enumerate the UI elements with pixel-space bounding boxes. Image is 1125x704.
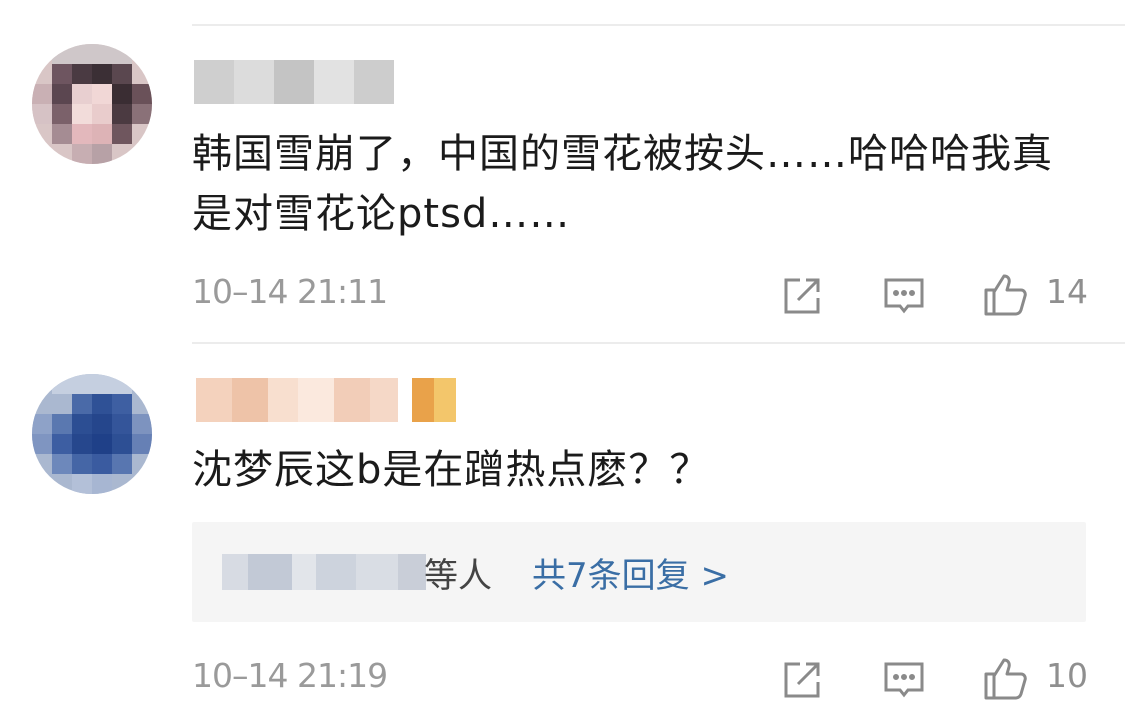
view-replies-link[interactable]: 共7条回复 >: [532, 548, 729, 597]
avatar[interactable]: [32, 374, 152, 494]
username-blurred[interactable]: [196, 378, 456, 422]
share-icon[interactable]: [778, 656, 826, 704]
comment-meta: 10–14 21:19 10: [192, 652, 1092, 702]
like-icon[interactable]: [982, 270, 1030, 318]
comment-icon[interactable]: [880, 656, 928, 704]
reply-suffix: 等人: [424, 556, 492, 596]
comment-item: 韩国雪崩了，中国的雪花被按头……哈哈哈我真是对雪花论ptsd…… 10–14 2…: [0, 0, 1125, 340]
like-count: 14: [1046, 272, 1088, 311]
comment-text: 沈梦辰这b是在蹭热点麽？？: [192, 447, 711, 493]
avatar[interactable]: [32, 44, 152, 164]
share-icon[interactable]: [778, 272, 826, 320]
username-blurred[interactable]: [194, 60, 394, 104]
comment-item: 沈梦辰这b是在蹭热点麽？？ 等人 共7条回复 > 10–14 21:19 10: [0, 342, 1125, 700]
timestamp: 10–14 21:11: [192, 272, 388, 311]
like-icon[interactable]: [982, 654, 1030, 702]
reply-usernames-blurred[interactable]: [222, 552, 426, 592]
badge-icon: [412, 378, 456, 422]
reply-preview[interactable]: 等人 共7条回复 >: [192, 522, 1086, 622]
comment-icon[interactable]: [880, 272, 928, 320]
comment-text: 韩国雪崩了，中国的雪花被按头……哈哈哈我真是对雪花论ptsd……: [192, 131, 1053, 237]
like-count: 10: [1046, 656, 1088, 695]
timestamp: 10–14 21:19: [192, 656, 388, 695]
comment-meta: 10–14 21:11 14: [192, 268, 1092, 318]
